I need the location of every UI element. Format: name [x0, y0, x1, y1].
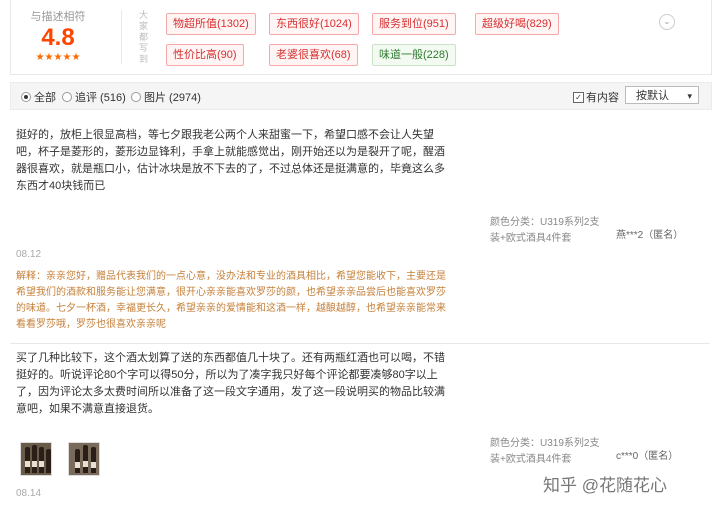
score-value: 4.8 — [41, 24, 75, 51]
sort-label: 按默认 — [636, 90, 669, 102]
review-sku: 颜色分类：U319系列2支装+欧式酒具4件套 — [490, 438, 600, 465]
filter-all-label: 全部 — [34, 92, 56, 104]
filter-photo-radio[interactable]: 图片 (2974) — [131, 89, 201, 105]
chevron-down-icon[interactable]: ⌄ — [659, 14, 675, 30]
tag-value[interactable]: 物超所值(1302) — [166, 13, 256, 35]
radio-icon — [62, 92, 72, 102]
tag-tasty[interactable]: 超级好喝(829) — [475, 13, 559, 35]
impressions-label: 大家都写到 — [139, 10, 149, 64]
divider — [121, 10, 122, 64]
review-photo-thumbnail[interactable] — [20, 442, 52, 476]
radio-icon — [21, 92, 31, 102]
review-user: 燕***2（匿名） — [616, 230, 684, 241]
tag-wife-likes[interactable]: 老婆很喜欢(68) — [269, 44, 358, 66]
has-content-checkbox[interactable]: ✓ 有内容 — [573, 89, 619, 105]
filter-photo-label: 图片 (2974) — [144, 92, 201, 104]
chevron-down-icon: ▾ — [687, 91, 692, 101]
star-rating-icon: ★★★★★ — [35, 52, 81, 63]
review-user: c***0（匿名） — [616, 451, 679, 462]
sort-dropdown[interactable]: 按默认 ▾ — [625, 86, 699, 104]
filter-append-label: 追评 (516) — [75, 92, 126, 104]
radio-icon — [131, 92, 141, 102]
tag-service[interactable]: 服务到位(951) — [372, 13, 456, 35]
divider — [10, 343, 710, 344]
score-label: 与描述相符 — [30, 11, 86, 23]
review-text: 买了几种比较下，这个酒太划算了送的东西都值几十块了。还有两瓶红酒也可以喝，不错挺… — [16, 352, 445, 415]
watermark: 知乎 @花随花心 — [543, 476, 667, 495]
filter-all-radio[interactable]: 全部 — [21, 89, 56, 105]
filter-append-radio[interactable]: 追评 (516) — [62, 89, 126, 105]
checkbox-icon: ✓ — [573, 91, 584, 103]
review-text: 挺好的，放柜上很显高档，等七夕跟我老公两个人来甜蜜一下，希望口感不会让人失望吧，… — [16, 129, 445, 192]
review-photo-thumbnail[interactable] — [68, 442, 100, 476]
tag-good-product[interactable]: 东西很好(1024) — [269, 13, 359, 35]
review-date: 08.14 — [16, 488, 42, 499]
seller-reply: 解释：亲亲您好，赠品代表我们的一点心意，没办法和专业的酒具相比，希望您能收下，主… — [16, 271, 446, 330]
tag-taste-average[interactable]: 味道一般(228) — [372, 44, 456, 66]
has-content-label: 有内容 — [586, 92, 619, 104]
review-date: 08.12 — [16, 249, 42, 260]
score-summary: 与描述相符 4.8 ★★★★★ — [23, 8, 93, 63]
review-filter-bar: 全部 追评 (516) 图片 (2974) ✓ 有内容 按默认 ▾ — [10, 82, 712, 110]
tag-cost-performance[interactable]: 性价比高(90) — [166, 44, 244, 66]
rating-panel: 与描述相符 4.8 ★★★★★ 大家都写到 物超所值(1302) 东西很好(10… — [10, 0, 712, 75]
review-sku: 颜色分类：U319系列2支装+欧式酒具4件套 — [490, 217, 600, 244]
